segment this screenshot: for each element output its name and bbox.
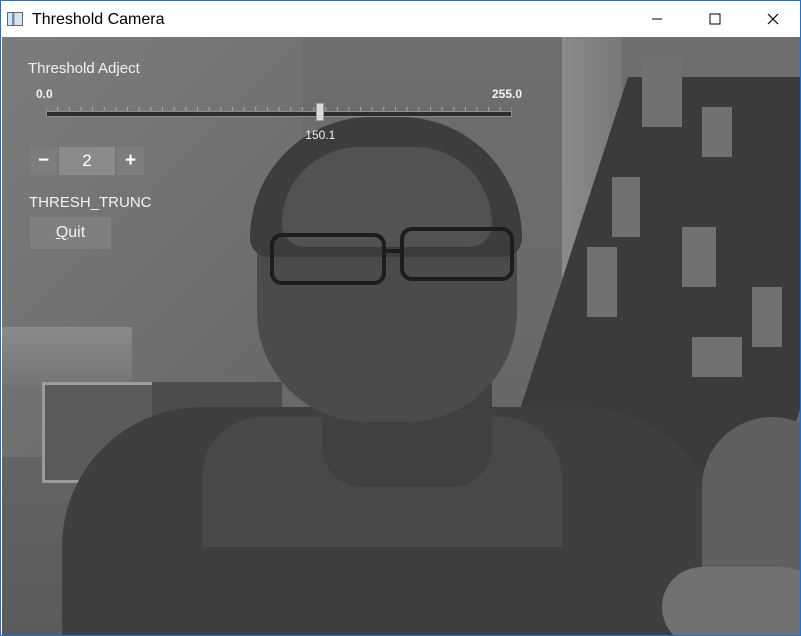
- book: [682, 227, 716, 287]
- trackbar-handle[interactable]: [316, 103, 325, 121]
- glasses-left-lens: [270, 233, 386, 285]
- app-window-icon: [7, 12, 23, 26]
- close-button[interactable]: [744, 1, 800, 37]
- app-window: Threshold Camera Threshold Adject 0.0 25…: [0, 0, 801, 636]
- decrement-button[interactable]: −: [30, 147, 57, 175]
- book: [587, 247, 617, 317]
- book: [752, 287, 782, 347]
- window-title: Threshold Camera: [32, 11, 165, 28]
- maximize-icon: [709, 13, 721, 25]
- minimize-icon: [652, 18, 662, 20]
- close-icon: [767, 13, 779, 25]
- spinner-value[interactable]: 2: [59, 147, 115, 175]
- glasses-right-lens: [400, 227, 514, 281]
- trackbar-label: Threshold Adject: [28, 60, 140, 77]
- glasses-bridge: [384, 249, 402, 253]
- book: [642, 57, 682, 127]
- increment-button[interactable]: +: [117, 147, 144, 175]
- title-bar[interactable]: Threshold Camera: [1, 1, 800, 37]
- quit-button[interactable]: Quit: [30, 217, 111, 249]
- foreground-object: [662, 567, 800, 635]
- trackbar-max-label: 255.0: [492, 87, 523, 101]
- book: [702, 107, 732, 157]
- maximize-button[interactable]: [686, 1, 744, 37]
- trackbar-value: 150.1: [305, 128, 336, 142]
- trackbar-min-label: 0.0: [36, 87, 53, 101]
- threshold-mode-label: THRESH_TRUNC: [29, 194, 152, 211]
- quit-mnemonic: Q: [55, 224, 69, 241]
- quit-label-rest: uit: [68, 224, 86, 241]
- camera-view: Threshold Adject 0.0 255.0 150.1 − 2 + T…: [2, 37, 800, 635]
- book: [612, 177, 640, 237]
- book: [692, 337, 742, 377]
- value-spinner: − 2 +: [30, 147, 144, 175]
- minimize-button[interactable]: [628, 1, 686, 37]
- background-cornice: [2, 327, 132, 387]
- threshold-trackbar[interactable]: [46, 111, 512, 117]
